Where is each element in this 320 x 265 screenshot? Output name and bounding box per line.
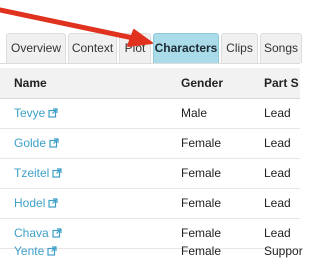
character-name[interactable]: Golde: [14, 136, 46, 150]
external-link-icon[interactable]: [48, 198, 58, 208]
external-link-icon[interactable]: [49, 138, 59, 148]
external-link-icon[interactable]: [52, 168, 62, 178]
column-header-name[interactable]: Name: [14, 76, 47, 90]
table-header: Name Gender Part S: [0, 68, 300, 99]
gender-cell: Female: [181, 166, 222, 180]
table-row: Golde Female Lead: [0, 129, 300, 159]
tab-songs[interactable]: Songs: [260, 33, 302, 63]
table-row: Hodel Female Lead: [0, 189, 300, 219]
table-row: Tevye Male Lead: [0, 99, 300, 129]
part-size-cell: Lead: [264, 106, 291, 120]
tab-context[interactable]: Context: [68, 33, 117, 63]
gender-cell: Male: [181, 106, 208, 120]
character-name-link[interactable]: Tzeitel: [14, 166, 62, 180]
tab-bar-divider: [0, 63, 300, 64]
table-row: Yente Female Suppor: [0, 236, 303, 264]
tab-clips[interactable]: Clips: [221, 33, 258, 63]
top-band: [0, 0, 300, 30]
character-name[interactable]: Tzeitel: [14, 166, 49, 180]
character-name[interactable]: Tevye: [14, 106, 45, 120]
tab-overview[interactable]: Overview: [6, 33, 66, 63]
character-name[interactable]: Hodel: [14, 196, 45, 210]
part-size-cell: Lead: [264, 166, 291, 180]
external-link-icon[interactable]: [47, 246, 57, 256]
gender-cell: Female: [181, 244, 222, 258]
gender-cell: Female: [181, 136, 222, 150]
external-link-icon[interactable]: [48, 108, 58, 118]
tab-characters[interactable]: Characters: [153, 33, 219, 63]
character-name-link[interactable]: Tevye: [14, 106, 58, 120]
character-name-link[interactable]: Hodel: [14, 196, 58, 210]
column-header-part-size[interactable]: Part S: [264, 76, 299, 90]
part-size-cell: Lead: [264, 196, 291, 210]
table-row: Tzeitel Female Lead: [0, 159, 300, 189]
part-size-cell: Lead: [264, 136, 291, 150]
character-name[interactable]: Yente: [14, 244, 44, 258]
column-header-gender[interactable]: Gender: [181, 76, 223, 90]
part-size-cell: Suppor: [264, 244, 303, 258]
tab-plot[interactable]: Plot: [119, 33, 151, 63]
character-name-link[interactable]: Golde: [14, 136, 59, 150]
character-name-link[interactable]: Yente: [14, 244, 57, 258]
gender-cell: Female: [181, 196, 222, 210]
